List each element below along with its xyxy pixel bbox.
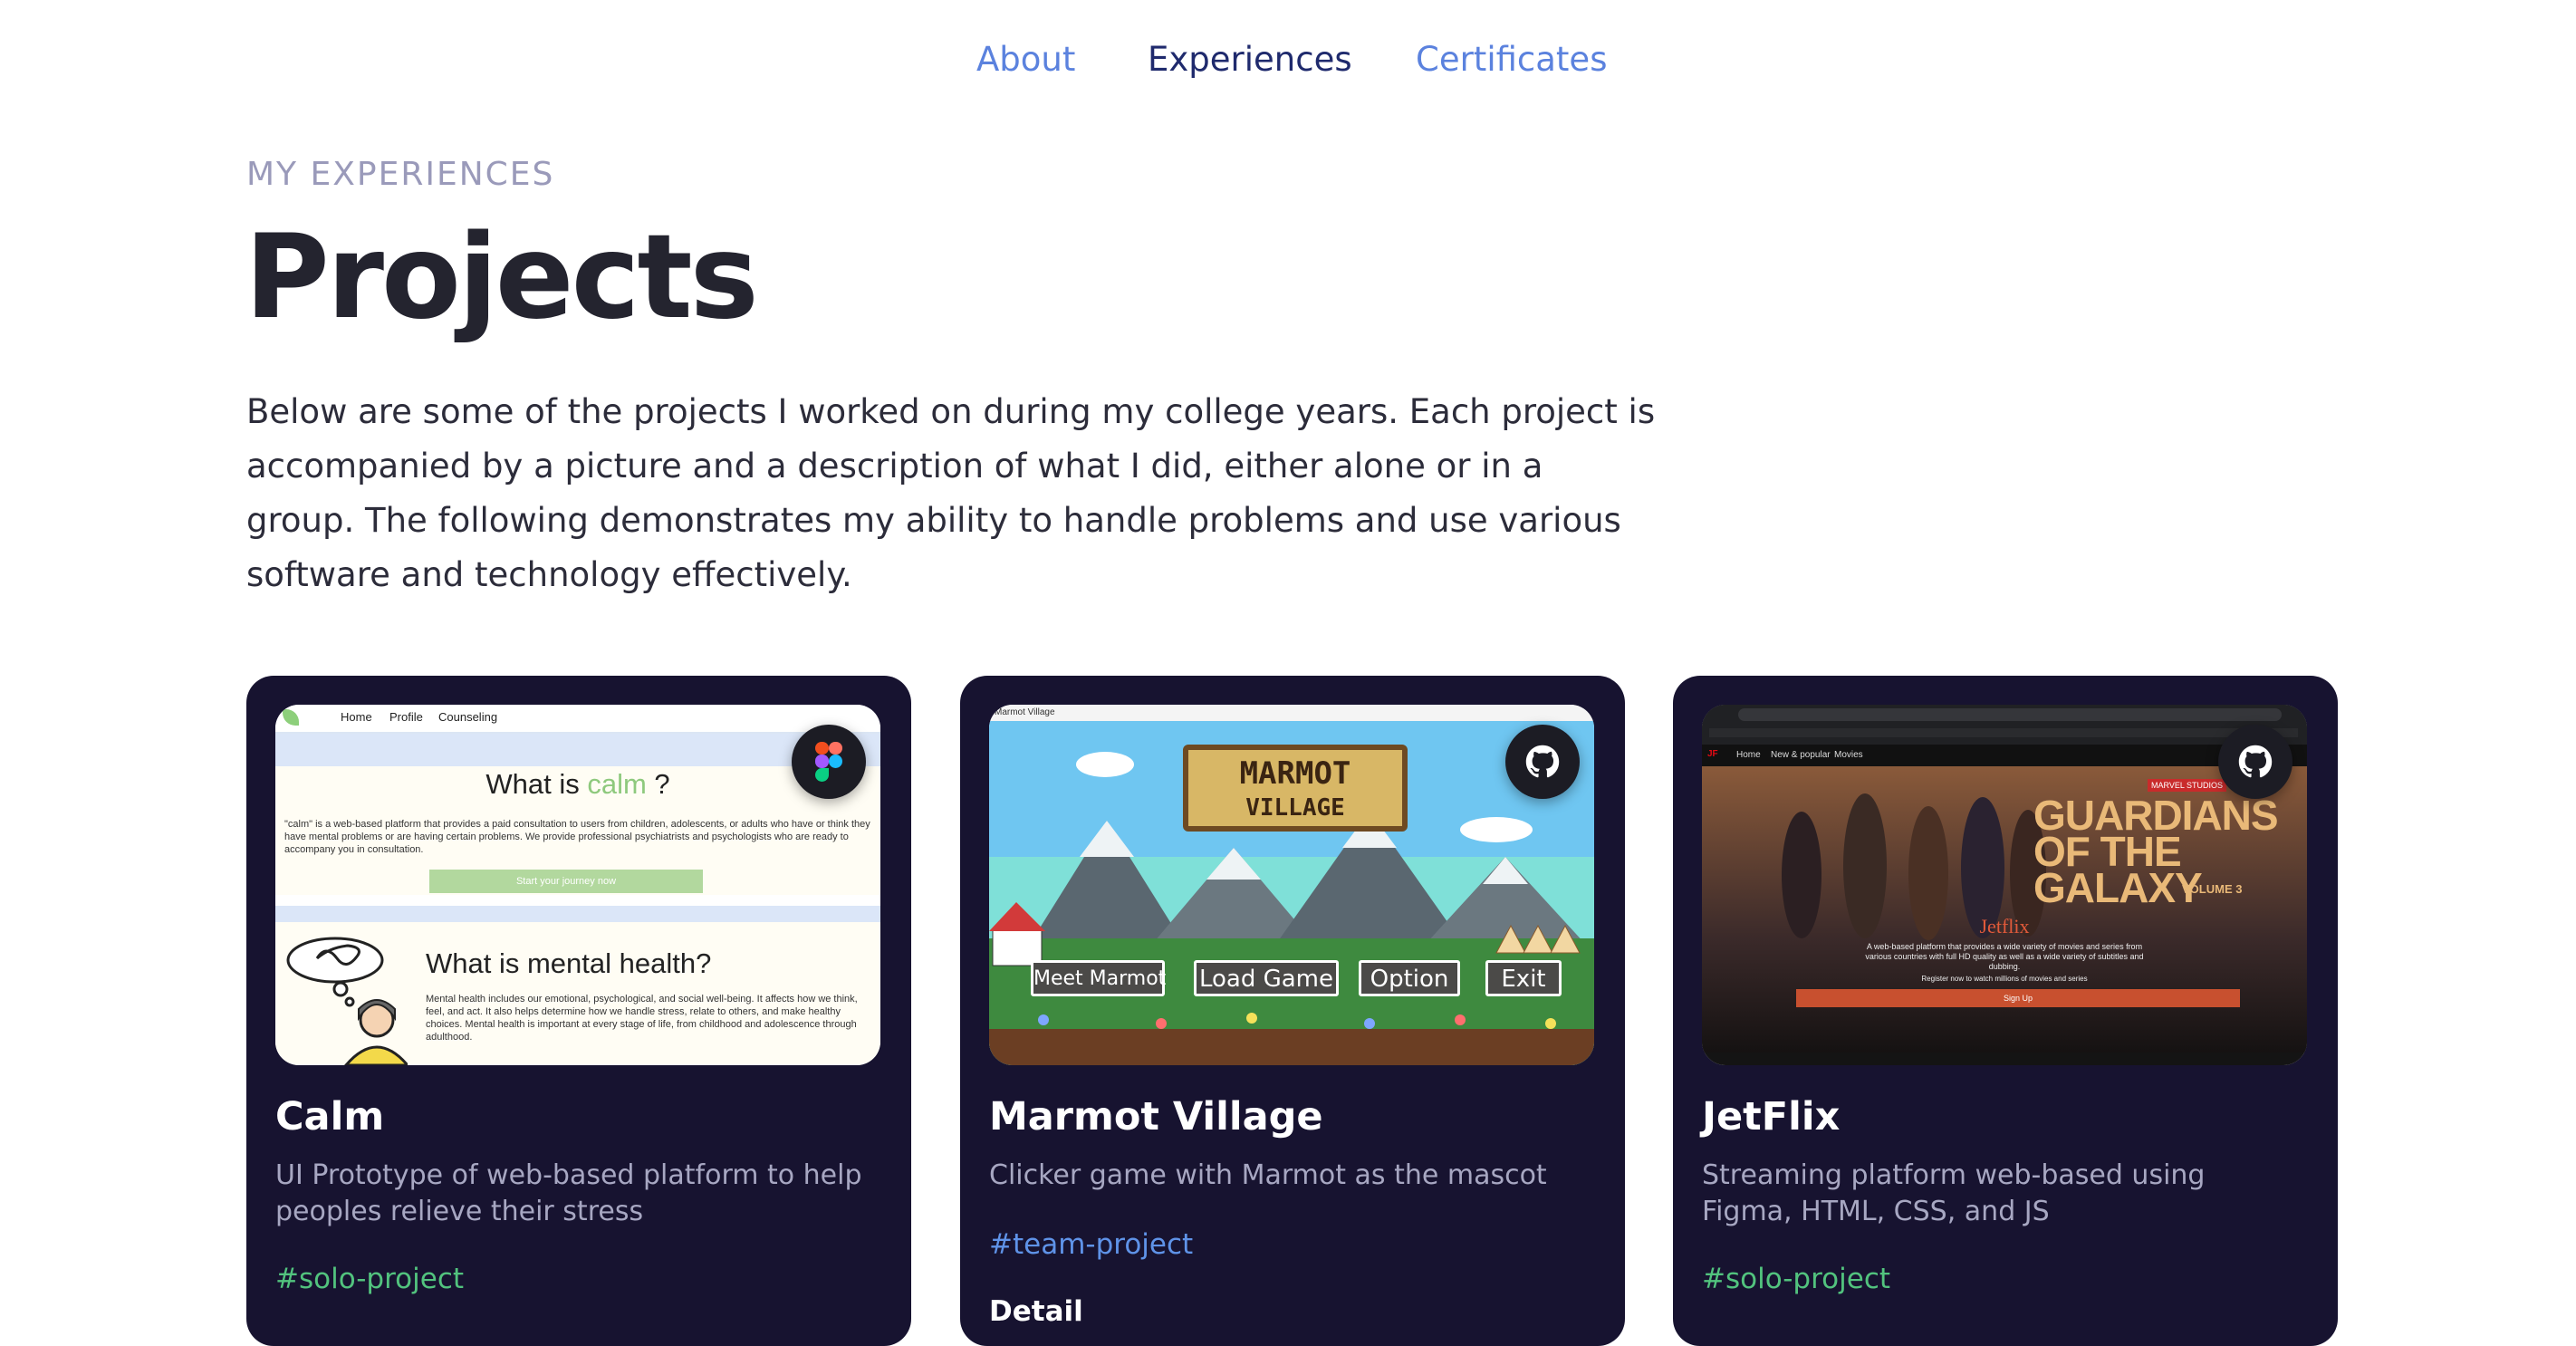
- studio-logo: MARVEL STUDIOS: [2148, 779, 2227, 792]
- section-eyebrow: MY EXPERIENCES: [246, 156, 555, 193]
- project-card-marmot-village[interactable]: Marmot Village MARMOT VILLAGE Meet Marmo…: [960, 676, 1625, 1346]
- project-preview-marmot-village[interactable]: Marmot Village MARMOT VILLAGE Meet Marmo…: [989, 705, 1594, 1065]
- preview-movie-volume: VOLUME 3: [2182, 882, 2243, 896]
- preview-nav-item: Counseling: [438, 710, 498, 724]
- preview-nav-item: Home: [341, 710, 372, 724]
- project-preview-calm[interactable]: Home Profile Counseling What is calm ? "…: [275, 705, 880, 1065]
- project-detail-link[interactable]: Detail: [989, 1295, 1083, 1328]
- game-button-load-game: Load Game: [1194, 960, 1339, 996]
- game-button-meet-marmot: Meet Marmot: [1031, 960, 1166, 996]
- figma-link-button[interactable]: [792, 725, 866, 799]
- github-link-button[interactable]: [1505, 725, 1580, 799]
- preview-paragraph: "calm" is a web-based platform that prov…: [284, 819, 870, 855]
- thinking-person-illustration: [286, 937, 408, 1065]
- project-tag[interactable]: #team-project: [989, 1228, 1193, 1261]
- project-description: Streaming platform web-based using Figma…: [1702, 1159, 2206, 1227]
- preview-browser-bar: [1702, 705, 2307, 745]
- project-card-calm[interactable]: Home Profile Counseling What is calm ? "…: [246, 676, 911, 1346]
- nav-link-certificates[interactable]: Certificates: [1416, 33, 1607, 87]
- preview-nav-item: Profile: [389, 710, 423, 724]
- preview-strip: [275, 734, 880, 766]
- project-preview-jetflix[interactable]: JF Home New & popular Movies MARVEL STUD…: [1702, 705, 2307, 1065]
- project-description: Clicker game with Marmot as the mascot: [989, 1159, 1547, 1191]
- game-button-exit: Exit: [1485, 960, 1562, 996]
- figma-icon: [815, 742, 842, 782]
- top-nav: About Experiences Certificates: [0, 33, 2576, 87]
- preview-cta-button: Start your journey now: [429, 870, 703, 893]
- intro-paragraph: Below are some of the projects I worked …: [246, 392, 1656, 594]
- game-button-option: Option: [1359, 960, 1460, 996]
- github-link-button[interactable]: [2218, 725, 2292, 799]
- preview-movie-title: GUARDIANS OF THE GALAXY: [2033, 792, 2279, 911]
- preview-window-title: Marmot Village: [989, 705, 1594, 721]
- preview-nav: JF Home New & popular Movies: [1702, 745, 2307, 766]
- preview-heading: What is calm ?: [485, 768, 670, 800]
- github-icon: [2238, 745, 2273, 778]
- project-title: Calm: [275, 1094, 385, 1139]
- project-title: JetFlix: [1702, 1094, 1841, 1139]
- page-title: Projects: [245, 210, 759, 345]
- project-tag[interactable]: #solo-project: [1702, 1263, 1890, 1295]
- preview-subheading: What is mental health?: [426, 947, 712, 979]
- project-description: UI Prototype of web-based platform to he…: [275, 1159, 862, 1227]
- preview-signup-button: Sign Up: [1796, 989, 2240, 1007]
- nav-link-about[interactable]: About: [976, 33, 1075, 87]
- preview-brand: Jetflix: [1979, 915, 2030, 937]
- project-card-jetflix[interactable]: JF Home New & popular Movies MARVEL STUD…: [1673, 676, 2338, 1346]
- preview-strip: [275, 906, 880, 922]
- game-logo: MARMOT VILLAGE: [1183, 745, 1408, 832]
- preview-nav: Home Profile Counseling: [275, 705, 880, 734]
- github-icon: [1525, 745, 1560, 778]
- nav-link-experiences[interactable]: Experiences: [1148, 33, 1352, 87]
- preview-paragraph: A web-based platform that provides a wid…: [1865, 942, 2144, 971]
- preview-paragraph: Mental health includes our emotional, ps…: [426, 994, 858, 1043]
- project-tag[interactable]: #solo-project: [275, 1263, 464, 1295]
- preview-register-text: Register now to watch millions of movies…: [1921, 975, 2088, 983]
- leaf-logo-icon: [283, 709, 299, 726]
- project-title: Marmot Village: [989, 1094, 1323, 1139]
